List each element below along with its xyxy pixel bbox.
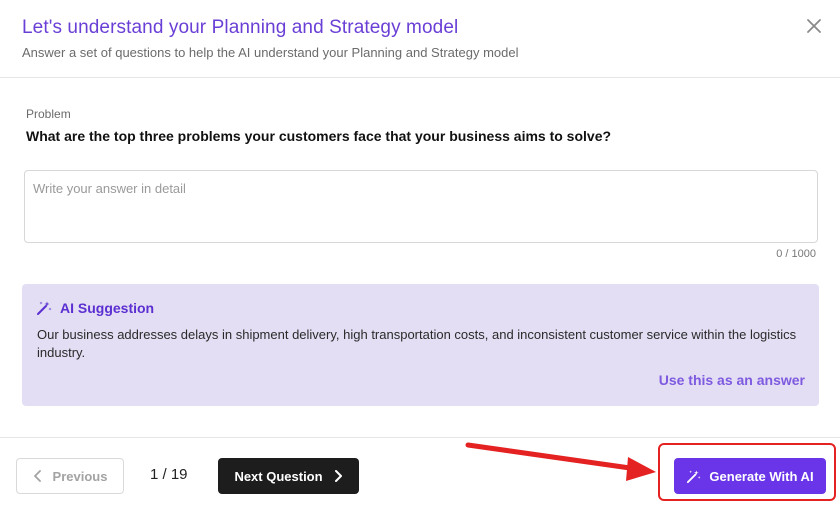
generate-with-ai-button[interactable]: Generate With AI xyxy=(674,458,826,494)
answer-field-container xyxy=(24,170,818,243)
close-icon xyxy=(807,19,821,33)
chevron-left-icon xyxy=(33,470,41,482)
magic-wand-icon xyxy=(687,469,701,483)
next-question-label: Next Question xyxy=(234,468,323,484)
close-button[interactable] xyxy=(804,16,824,36)
character-counter: 0 / 1000 xyxy=(776,248,816,260)
question-page-indicator: 1 / 19 xyxy=(150,466,188,483)
answer-field[interactable] xyxy=(25,171,817,242)
modal-header: Let's understand your Planning and Strat… xyxy=(0,0,840,78)
chevron-right-icon xyxy=(334,470,342,482)
modal-title: Let's understand your Planning and Strat… xyxy=(22,17,459,38)
use-suggestion-link[interactable]: Use this as an answer xyxy=(659,372,805,388)
magic-wand-icon xyxy=(36,300,52,316)
previous-button-label: Previous xyxy=(52,468,108,484)
next-question-button[interactable]: Next Question xyxy=(218,458,359,494)
ai-suggestion-title: AI Suggestion xyxy=(60,300,155,316)
strategy-question-modal: Let's understand your Planning and Strat… xyxy=(0,0,840,510)
question-text: What are the top three problems your cus… xyxy=(26,128,612,144)
ai-suggestion-header: AI Suggestion xyxy=(36,300,154,316)
previous-button[interactable]: Previous xyxy=(16,458,124,494)
generate-with-ai-label: Generate With AI xyxy=(709,468,814,484)
ai-suggestion-panel: AI Suggestion Our business addresses del… xyxy=(22,284,819,406)
ai-suggestion-text: Our business addresses delays in shipmen… xyxy=(37,327,797,360)
modal-footer: Previous 1 / 19 Next Question Generate W… xyxy=(0,437,840,510)
modal-subtitle: Answer a set of questions to help the AI… xyxy=(22,45,519,60)
question-category: Problem xyxy=(26,107,71,121)
